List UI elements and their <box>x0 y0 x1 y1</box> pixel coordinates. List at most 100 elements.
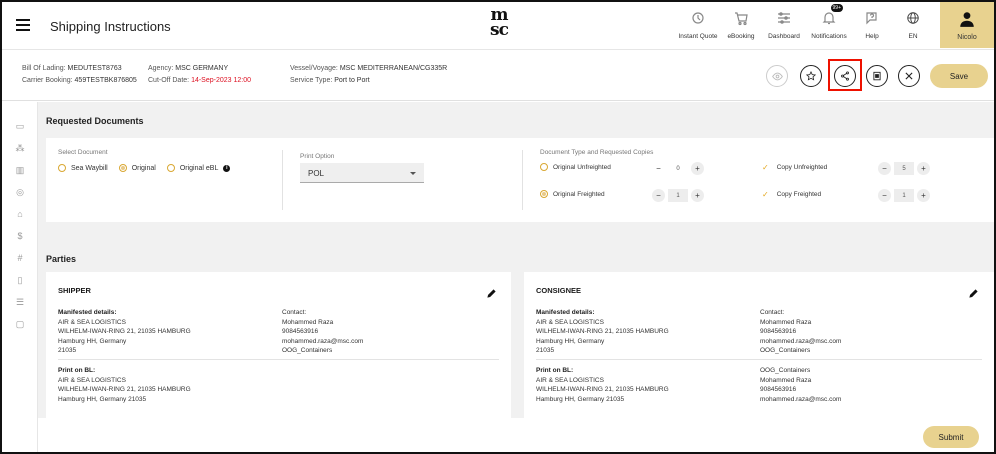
check-icon: ✓ <box>762 163 769 172</box>
app-window: Shipping Instructions m sc Instant Quote … <box>0 0 996 454</box>
decrement-button[interactable]: − <box>878 162 891 175</box>
dashboard-icon <box>773 7 795 29</box>
stepper-original-unfreighted: − 0 + <box>652 162 704 175</box>
decrement-button[interactable]: − <box>652 189 665 202</box>
nav-instant-quote[interactable]: Instant Quote <box>677 2 719 40</box>
document-radio-group: Sea Waybill Original Original eBL i <box>58 164 241 172</box>
increment-button[interactable]: + <box>691 189 704 202</box>
radio-circle <box>118 164 127 172</box>
help-icon <box>861 7 883 29</box>
radio-circle <box>540 190 548 198</box>
document-icon <box>873 71 881 81</box>
agency-info: Agency: MSC GERMANY Cut-Off Date: 14-Sep… <box>148 65 251 84</box>
menu-icon[interactable] <box>16 19 30 31</box>
building-icon[interactable]: ▥ <box>14 164 26 176</box>
shipper-card: SHIPPER Manifested details: AIR & SEA LO… <box>46 272 511 418</box>
divider <box>58 359 499 360</box>
info-icon[interactable]: i <box>223 164 231 172</box>
radio-sea-waybill[interactable]: Sea Waybill <box>58 164 108 172</box>
requested-documents-card: Select Document Sea Waybill Original Ori… <box>46 138 994 222</box>
radio-circle <box>58 164 66 172</box>
location-icon[interactable]: ◎ <box>14 186 26 198</box>
people-icon[interactable]: ⁂ <box>14 142 26 154</box>
divider <box>282 150 283 210</box>
user-menu[interactable]: Nicolo <box>940 2 994 48</box>
user-icon <box>956 8 978 30</box>
globe-icon <box>902 7 924 29</box>
consignee-manifested: Manifested details: AIR & SEA LOGISTICS … <box>536 309 669 354</box>
stepper-copy-unfreighted: − 5 + <box>878 162 930 175</box>
stepper-value[interactable]: 0 <box>668 162 688 175</box>
radio-original-ebl[interactable]: Original eBL i <box>166 164 231 172</box>
nav-ebooking[interactable]: eBooking <box>722 2 760 40</box>
cart-icon <box>730 7 752 29</box>
decrement-button[interactable]: − <box>878 189 891 202</box>
increment-button[interactable]: + <box>917 162 930 175</box>
doc-row-original-freighted[interactable]: Original Freighted <box>540 190 605 198</box>
requested-documents-title: Requested Documents <box>46 116 144 126</box>
page-title: Shipping Instructions <box>50 19 171 34</box>
doc-row-original-unfreighted[interactable]: Original Unfreighted <box>540 163 611 171</box>
doc-type-label: Document Type and Requested Copies <box>540 149 654 156</box>
shipper-contact: Contact: Mohammed Raza 9084563916 mohamm… <box>282 309 364 354</box>
chat-icon[interactable]: ▢ <box>14 318 26 330</box>
select-document-label: Select Document <box>58 149 108 156</box>
package-icon[interactable]: ⌂ <box>14 208 26 220</box>
consignee-contact: Contact: Mohammed Raza 9084563916 mohamm… <box>760 309 842 354</box>
list-icon[interactable]: ☰ <box>14 296 26 308</box>
save-button[interactable]: Save <box>930 64 988 88</box>
nav-language[interactable]: EN <box>894 2 932 40</box>
nav-dashboard[interactable]: Dashboard <box>763 2 805 40</box>
nav-notifications[interactable]: 99+ Notifications <box>808 2 850 40</box>
shipper-manifested: Manifested details: AIR & SEA LOGISTICS … <box>58 309 191 354</box>
increment-button[interactable]: + <box>691 162 704 175</box>
bell-icon: 99+ <box>818 4 843 29</box>
doc-row-copy-unfreighted[interactable]: ✓ Copy Unfreighted <box>762 163 827 172</box>
submit-button[interactable]: Submit <box>923 426 979 448</box>
increment-button[interactable]: + <box>917 189 930 202</box>
quote-icon <box>687 7 709 29</box>
pencil-icon[interactable] <box>486 286 498 298</box>
dollar-icon[interactable]: $ <box>14 230 26 242</box>
close-button[interactable] <box>898 65 920 87</box>
print-option-select[interactable]: POL <box>300 163 424 183</box>
favorite-button[interactable] <box>800 65 822 87</box>
page-icon[interactable]: ▯ <box>14 274 26 286</box>
radio-circle <box>540 163 548 171</box>
radio-original[interactable]: Original <box>118 164 156 172</box>
stepper-original-freighted: − 1 + <box>652 189 704 202</box>
consignee-card: CONSIGNEE Manifested details: AIR & SEA … <box>524 272 994 418</box>
main-content: Requested Documents Select Document Sea … <box>38 102 994 418</box>
shipper-title: SHIPPER <box>58 286 91 295</box>
shipper-print-on-bl: Print on BL: AIR & SEA LOGISTICS WILHELM… <box>58 367 191 403</box>
file-icon[interactable]: ▭ <box>14 120 26 132</box>
stepper-copy-freighted: − 1 + <box>878 189 930 202</box>
stepper-value[interactable]: 1 <box>894 189 914 202</box>
top-header: Shipping Instructions m sc Instant Quote … <box>2 2 994 50</box>
pencil-icon[interactable] <box>968 286 980 298</box>
document-button[interactable] <box>866 65 888 87</box>
chevron-down-icon <box>410 172 416 175</box>
footer-bar: Submit <box>38 418 994 452</box>
nav-help[interactable]: Help <box>853 2 891 40</box>
notification-badge: 99+ <box>830 4 843 12</box>
check-icon: ✓ <box>762 190 769 199</box>
consignee-print-contact: OOG_Containers Mohammed Raza 9084563916 … <box>760 367 842 403</box>
left-sidebar: ▭ ⁂ ▥ ◎ ⌂ $ # ▯ ☰ ▢ <box>2 102 38 452</box>
print-option-label: Print Option <box>300 153 335 160</box>
top-navigation: Instant Quote eBooking Dashboard 99+ Not… <box>674 2 994 48</box>
decrement-button[interactable]: − <box>652 162 665 175</box>
stepper-value[interactable]: 5 <box>894 162 914 175</box>
share-highlight <box>828 59 862 91</box>
star-icon <box>806 71 816 81</box>
view-button[interactable] <box>766 65 788 87</box>
consignee-title: CONSIGNEE <box>536 286 582 295</box>
msc-logo[interactable]: m sc <box>484 7 514 44</box>
consignee-print-on-bl: Print on BL: AIR & SEA LOGISTICS WILHELM… <box>536 367 669 403</box>
eye-icon <box>771 72 783 80</box>
bl-info: Bill Of Lading: MEDUTEST8763 Carrier Boo… <box>22 65 137 84</box>
vessel-info: Vessel/Voyage: MSC MEDITERRANEAN/CG335R … <box>290 65 448 84</box>
hash-icon[interactable]: # <box>14 252 26 264</box>
doc-row-copy-freighted[interactable]: ✓ Copy Freighted <box>762 190 821 199</box>
stepper-value[interactable]: 1 <box>668 189 688 202</box>
